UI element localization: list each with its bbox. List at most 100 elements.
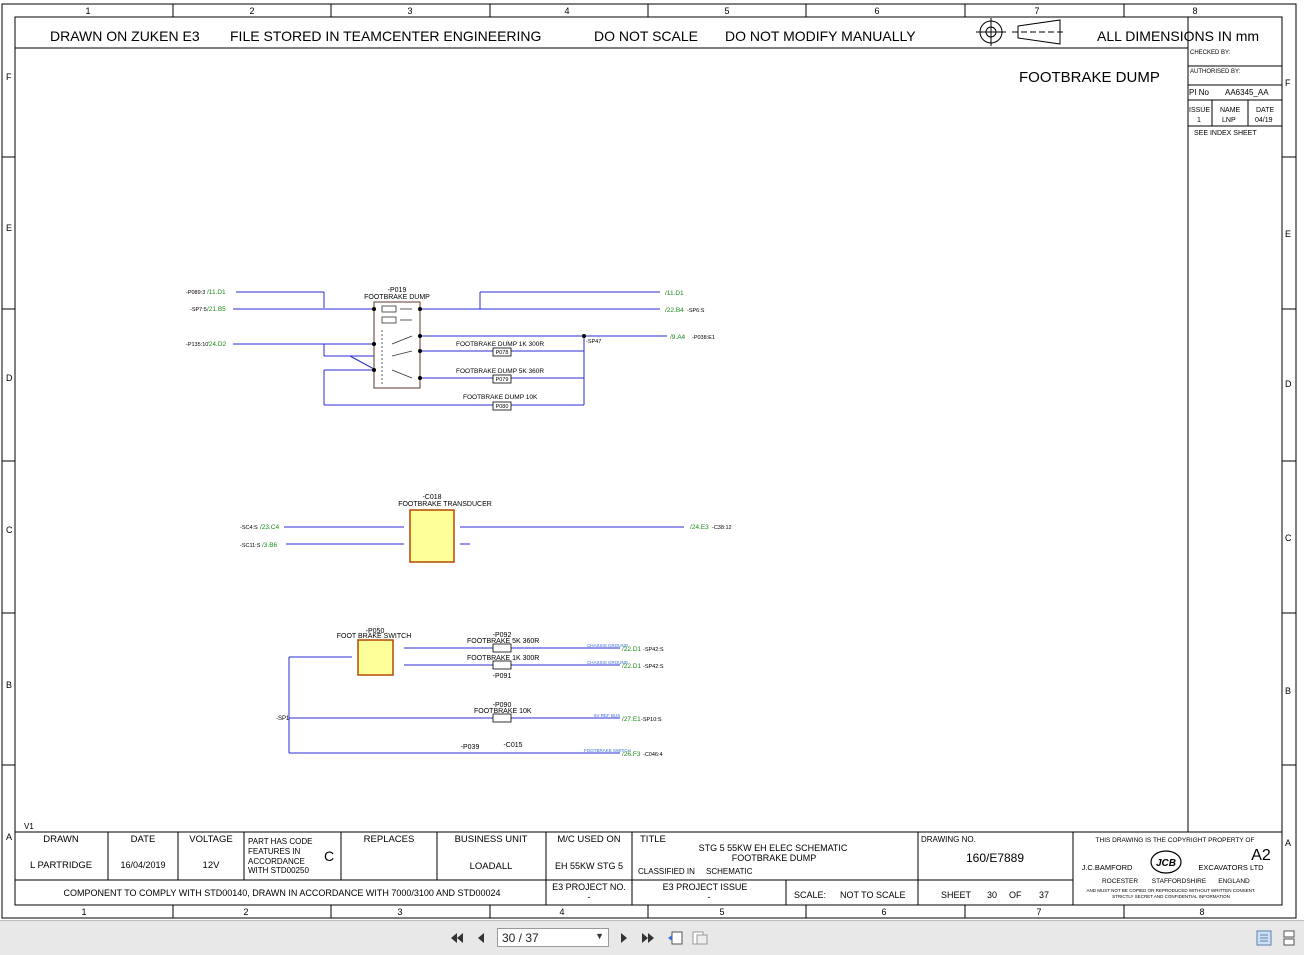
mc-used-on-label: M/C USED ON (557, 834, 620, 845)
p092-label: FOOTBRAKE 5K 360R (467, 638, 539, 645)
p019-out-dst: -SP6:S (687, 308, 705, 314)
copyright-label: THIS DRAWING IS THE COPYRIGHT PROPERTY O… (1096, 837, 1255, 844)
classified-value: SCHEMATIC (706, 867, 753, 876)
voltage-label: VOLTAGE (189, 834, 232, 845)
outer-frame (1, 3, 1297, 919)
header-strip: DRAWN ON ZUKEN E3 FILE STORED IN TEAMCEN… (50, 28, 1259, 44)
scale-value: NOT TO SCALE (840, 890, 906, 900)
row-label: C (1285, 533, 1292, 543)
switch-wires (288, 647, 620, 754)
title-label: TITLE (640, 834, 666, 845)
sheet-title: FOOTBRAKE DUMP (1019, 69, 1160, 86)
go-forward-view-icon[interactable] (691, 929, 709, 947)
switch-out-ref: /27.E1 (622, 716, 641, 723)
col-label: 1 (81, 907, 86, 917)
p019-out-ref: /22.B4 (665, 307, 684, 314)
switch-out-note: 5V REF BUS (594, 713, 620, 718)
of-label: OF (1009, 890, 1022, 900)
column-labels-top: 1 2 3 4 5 6 7 8 (85, 6, 1197, 16)
checked-by-label: CHECKED BY: (1190, 50, 1231, 56)
c018-in-src: -SC4:S (240, 525, 258, 531)
dump-resistor-refs: P078 P079 P080 (496, 350, 509, 410)
c018-out-ref: /24.E3 (690, 524, 709, 531)
footbrake-transducer-circuit: -C018 FOOTBRAKE TRANSDUCER -SC4:S /23.C4… (240, 494, 732, 563)
mc-used-on-value: EH 55KW STG 5 (555, 861, 623, 871)
switch-out-refs: /22.D1 /22.D1 /27.E1 /26.F3 (622, 646, 642, 758)
last-page-icon[interactable] (639, 929, 657, 947)
classified-label: CLASSIFIED IN (638, 867, 695, 876)
p079-label: FOOTBRAKE DUMP 5K 360R (456, 368, 544, 375)
pi-no-label: PI No (1189, 88, 1210, 97)
switch-out-dst: -SP42:S (643, 664, 664, 670)
row-label: E (6, 223, 12, 233)
switch-out-dst: -SP42:S (643, 647, 664, 653)
side-info-box (1187, 17, 1282, 832)
jcb-logo-icon: JCB (1150, 850, 1182, 874)
col-label: 3 (397, 907, 402, 917)
schematic-drawing: 1 2 3 4 5 6 7 8 1 2 3 4 5 6 7 8 F E D C … (1, 3, 1297, 919)
row-label: B (6, 680, 12, 690)
dump-output-refs: /11.D1 /22.B4 -SP6:S /9.A4 -P038:E1 (665, 290, 715, 341)
business-unit-value: LOADALL (470, 861, 513, 872)
part-code-letter: C (324, 848, 334, 864)
scale-label: SCALE: (794, 890, 826, 900)
transducer-wires (284, 526, 684, 545)
p019-ref: -P019 (388, 287, 407, 294)
first-page-icon[interactable] (448, 929, 466, 947)
c015-ref: -C015 (503, 742, 522, 749)
title-line2: FOOTBRAKE DUMP (732, 853, 817, 863)
foot-brake-switch-circuit: -P050 FOOT BRAKE SWITCH -P092 FOOTBRAKE … (276, 628, 664, 758)
see-index-sheet: SEE INDEX SHEET (1194, 130, 1257, 137)
issue-value: 1 (1197, 117, 1201, 124)
projection-symbol-icon (976, 18, 1066, 46)
sheet-total: 37 (1039, 890, 1049, 900)
chevron-down-icon: ▼ (595, 931, 604, 941)
c018-out-dst: -C38:12 (712, 525, 732, 531)
sp1-ref: -SP1 (276, 716, 290, 722)
c018-in-ref: /3.B6 (262, 542, 278, 549)
drawn-label: DRAWN (43, 834, 79, 845)
address-line: ROCESTER (1102, 878, 1138, 885)
notice-line: AND MUST NOT BE COPIED OR REPRODUCED WIT… (1086, 888, 1255, 893)
drawing-no-value: 160/E7889 (966, 851, 1024, 865)
col-label: 3 (407, 6, 412, 16)
row-label: B (1285, 686, 1291, 696)
part-code-line: PART HAS CODE (248, 837, 312, 846)
next-page-icon[interactable] (615, 929, 633, 947)
component-compliance: COMPONENT TO COMPLY WITH STD00140, DRAWN… (64, 888, 501, 898)
col-label: 1 (85, 6, 90, 16)
switch-out-ref: /26.F3 (622, 751, 641, 758)
row-label: C (6, 525, 13, 535)
p019-in-src: -SP7:5 (190, 307, 207, 313)
p019-in-ref: /24.D2 (207, 341, 227, 348)
go-back-view-icon[interactable] (666, 929, 684, 947)
col-label: 8 (1199, 907, 1204, 917)
col-label: 5 (719, 907, 724, 917)
previous-page-icon[interactable] (472, 929, 490, 947)
p090-resistor (492, 713, 512, 723)
p091-ref: -P091 (493, 673, 512, 680)
p080-label: FOOTBRAKE DUMP 10K (463, 394, 538, 401)
col-label: 4 (564, 6, 569, 16)
date-label: DATE (1256, 107, 1274, 114)
page-number-select[interactable]: 30 / 37 ▼ (497, 928, 609, 947)
continuous-view-icon[interactable] (1280, 929, 1298, 947)
p019-relay-body (373, 301, 421, 389)
switch-out-dsts: -SP42:S -SP42:S -SP10:S -C046:4 (641, 647, 664, 758)
c018-ref: -C018 (422, 494, 441, 501)
row-label: F (6, 72, 12, 82)
switch-out-dst: -C046:4 (643, 752, 663, 758)
sheet-label: SHEET (941, 890, 972, 900)
single-page-view-icon[interactable] (1255, 929, 1273, 947)
e3-project-no-label: E3 PROJECT NO. (552, 882, 626, 892)
col-label: 4 (559, 907, 564, 917)
date-value: 04/19 (1255, 117, 1273, 124)
notice-line: STRICTLY SECRET AND CONFIDENTIAL INFORMA… (1112, 894, 1230, 899)
p090-label: FOOTBRAKE 10K (474, 708, 532, 715)
col-label: 7 (1036, 907, 1041, 917)
col-label: 2 (249, 6, 254, 16)
company-right: EXCAVATORS LTD (1198, 863, 1264, 872)
page-indicator: 30 / 37 (502, 930, 539, 945)
p019-out-ref: /9.A4 (670, 334, 686, 341)
col-label: 5 (724, 6, 729, 16)
